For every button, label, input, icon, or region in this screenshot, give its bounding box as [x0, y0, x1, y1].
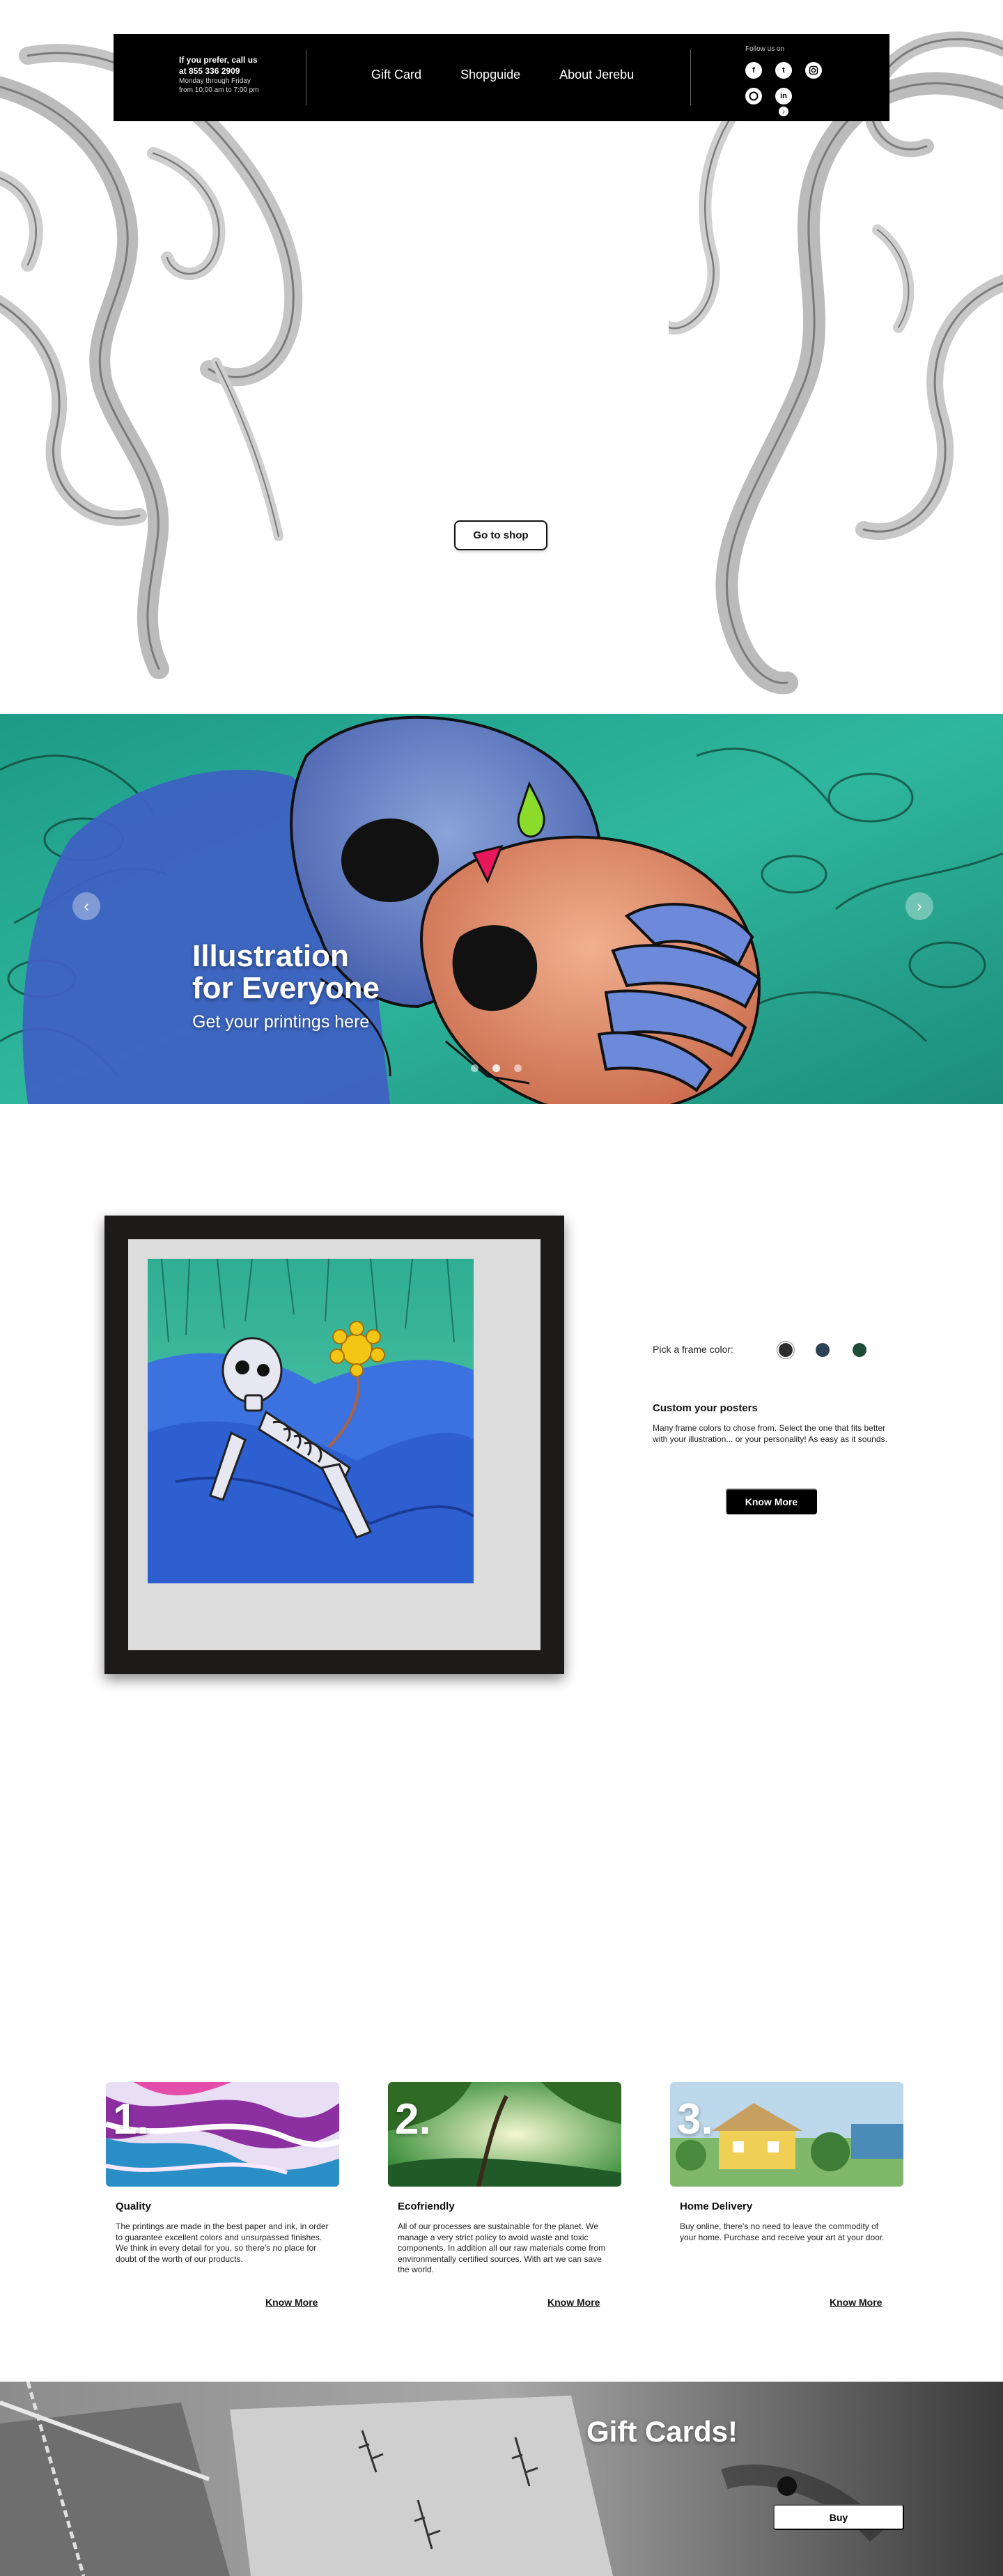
nav-about-jerebu[interactable]: About Jerebu [559, 68, 634, 82]
contact-hours-times: from 10:00 am to 7:00 pm [179, 86, 259, 95]
feature-know-more-link[interactable]: Know More [830, 2297, 882, 2308]
carousel-dots [471, 1064, 522, 1072]
linkedin-icon[interactable]: in [775, 88, 792, 104]
carousel-prev-arrow-icon[interactable]: ‹ [72, 892, 100, 920]
carousel-dot[interactable] [492, 1064, 500, 1072]
banner-subtitle: Get your printings here [192, 1012, 370, 1032]
feature-know-more-link[interactable]: Know More [265, 2297, 318, 2308]
buy-gift-card-button[interactable]: Buy [773, 2504, 904, 2530]
top-navigation-bar: If you prefer, call us at 855 336 2909 M… [114, 34, 889, 121]
frame-color-swatch-green[interactable] [853, 1343, 866, 1357]
go-to-shop-button[interactable]: Go to shop [454, 520, 547, 550]
main-nav: Gift Card Shopguide About Jerebu [371, 68, 634, 82]
nav-gift-card[interactable]: Gift Card [371, 68, 421, 82]
feature-title: Ecofriendly [398, 2201, 455, 2212]
gift-wrap-photo [0, 2382, 1003, 2576]
feature-description: All of our processes are sustainable for… [398, 2221, 606, 2275]
feature-number: 3. [677, 2095, 713, 2143]
feature-title: Home Delivery [680, 2201, 753, 2212]
instagram-icon[interactable] [805, 62, 822, 79]
gift-cards-title: Gift Cards! [586, 2415, 738, 2448]
frame-color-swatch-navy[interactable] [816, 1343, 830, 1357]
banner-title-line1: Illustration [192, 939, 349, 973]
facebook-icon[interactable]: f [745, 62, 762, 79]
feature-number: 1. [113, 2095, 149, 2143]
contact-prompt: If you prefer, call us [179, 55, 258, 65]
contact-hours-days: Monday through Friday [179, 77, 251, 86]
follow-label: Follow us on [745, 45, 785, 53]
feature-description: Buy online, there's no need to leave the… [680, 2221, 885, 2242]
twitter-icon[interactable]: t [775, 62, 792, 79]
custom-posters-description: Many frame colors to chose from. Select … [653, 1423, 887, 1445]
carousel-dot[interactable] [471, 1064, 479, 1072]
divider [690, 49, 691, 105]
contact-info: If you prefer, call us at 855 336 2909 M… [179, 55, 259, 95]
carousel-next-arrow-icon[interactable]: › [905, 892, 933, 920]
carousel-dot[interactable] [514, 1064, 522, 1072]
gift-cards-section: Gift Cards! Buy [0, 2382, 1003, 2576]
feature-know-more-link[interactable]: Know More [547, 2297, 600, 2308]
framed-poster [104, 1216, 564, 1674]
pinterest-icon[interactable] [745, 88, 762, 104]
skeleton-illustration [148, 1259, 474, 1583]
feature-title: Quality [116, 2201, 151, 2212]
banner-title: Illustration for Everyone [192, 940, 380, 1004]
know-more-button[interactable]: Know More [726, 1489, 817, 1514]
hero-carousel: Illustration for Everyone Get your print… [0, 714, 1003, 1104]
custom-posters-title: Custom your posters [653, 1402, 758, 1414]
frame-color-swatch-black[interactable] [779, 1343, 793, 1357]
nav-shopguide[interactable]: Shopguide [460, 68, 520, 82]
feature-description: The printings are made in the best paper… [116, 2221, 329, 2264]
tiktok-icon[interactable]: ♪ [779, 107, 788, 116]
banner-title-line2: for Everyone [192, 971, 380, 1006]
frame-color-label: Pick a frame color: [653, 1344, 733, 1355]
feature-number: 2. [395, 2095, 431, 2143]
skull-illustration-banner [0, 714, 1003, 1104]
hero-section: If you prefer, call us at 855 336 2909 M… [0, 0, 1003, 714]
contact-phone[interactable]: at 855 336 2909 [179, 66, 259, 77]
